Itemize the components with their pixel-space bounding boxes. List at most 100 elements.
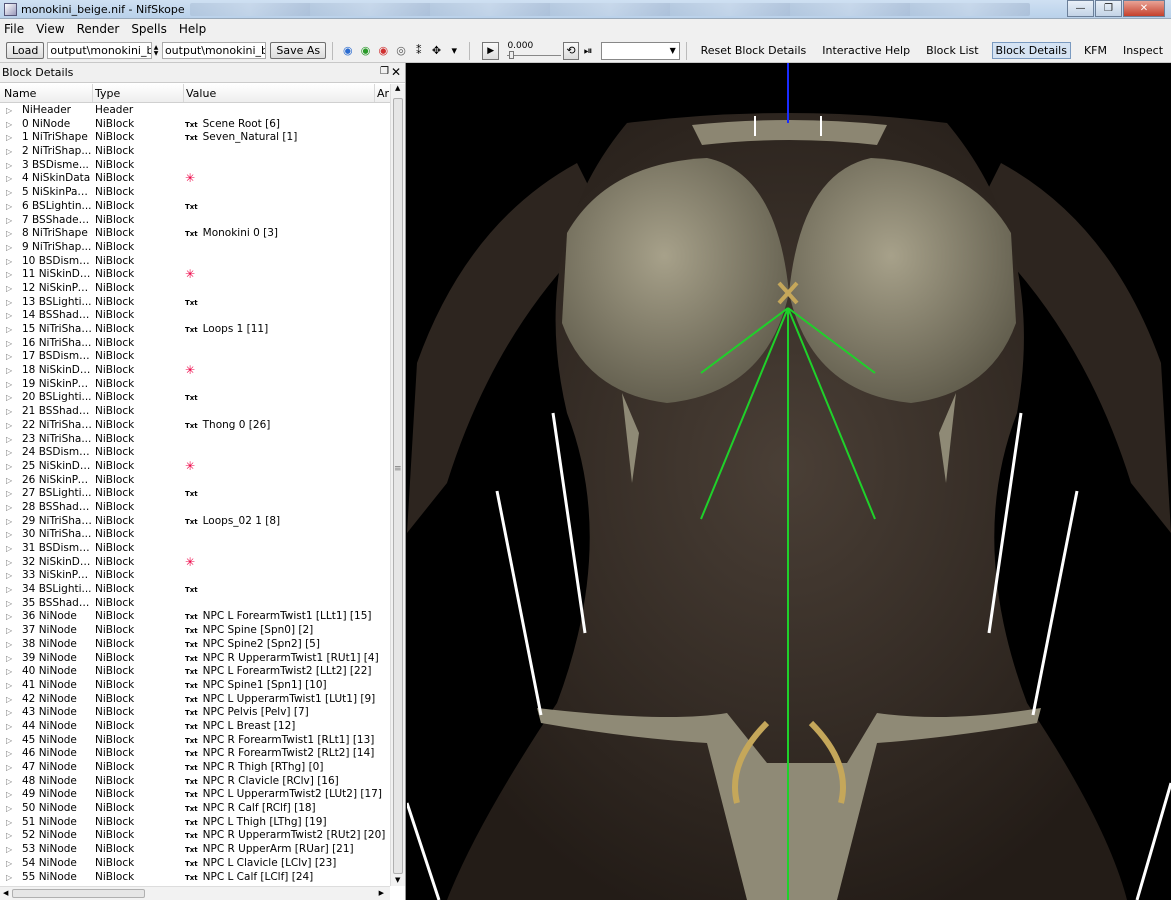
eye-green-icon[interactable]: ◉	[359, 44, 373, 58]
time-slider[interactable]: 0.000	[503, 41, 562, 61]
expand-arrow-icon[interactable]: ▷	[6, 597, 12, 611]
table-row[interactable]: ▷ 29 NiTriShape NiBlock Txt Loops_02 1 [8]	[0, 515, 390, 529]
expand-arrow-icon[interactable]: ▷	[6, 788, 12, 802]
scroll-right-icon[interactable]: ▶	[379, 889, 384, 897]
table-row[interactable]: ▷ 25 NiSkinData NiBlock ✳	[0, 459, 390, 474]
expand-arrow-icon[interactable]: ▷	[6, 871, 12, 885]
table-row[interactable]: ▷ 48 NiNode NiBlock Txt NPC R Clavicle [RClv…	[0, 775, 390, 789]
block-details-button[interactable]: Block Details	[991, 42, 1071, 59]
axes-move-icon[interactable]: ✥	[430, 44, 444, 58]
table-row[interactable]: ▷ 11 NiSkinData NiBlock ✳	[0, 267, 390, 282]
horizontal-scrollbar[interactable]: ◀ ▶	[0, 886, 390, 900]
expand-arrow-icon[interactable]: ▷	[6, 542, 12, 556]
table-row[interactable]: ▷ 38 NiNode NiBlock Txt NPC Spine2 [Spn2] [5…	[0, 638, 390, 652]
expand-arrow-icon[interactable]: ▷	[6, 487, 12, 501]
table-row[interactable]: ▷ 8 NiTriShape NiBlock Txt Monokini 0 [3]	[0, 227, 390, 241]
table-row[interactable]: ▷ 13 BSLighti... NiBlock Txt	[0, 296, 390, 310]
expand-arrow-icon[interactable]: ▷	[6, 857, 12, 871]
expand-arrow-icon[interactable]: ▷	[6, 679, 12, 693]
table-row[interactable]: ▷ 49 NiNode NiBlock Txt NPC L UpperarmTwist2…	[0, 788, 390, 802]
expand-arrow-icon[interactable]: ▷	[6, 693, 12, 707]
expand-arrow-icon[interactable]: ▷	[6, 391, 12, 405]
close-icon[interactable]: ✕	[391, 65, 401, 79]
load-button[interactable]: Load	[6, 42, 45, 59]
eye-highlight-icon[interactable]: ◉	[376, 44, 390, 58]
table-row[interactable]: ▷ 54 NiNode NiBlock Txt NPC L Clavicle [LClv…	[0, 857, 390, 871]
table-row[interactable]: ▷ 55 NiNode NiBlock Txt NPC L Calf [LClf] [2…	[0, 871, 390, 885]
table-row[interactable]: ▷ 53 NiNode NiBlock Txt NPC R UpperArm [RUar…	[0, 843, 390, 857]
expand-arrow-icon[interactable]: ▷	[6, 802, 12, 816]
table-row[interactable]: ▷ 40 NiNode NiBlock Txt NPC L ForearmTwist2 …	[0, 665, 390, 679]
expand-arrow-icon[interactable]: ▷	[6, 104, 12, 118]
eye-red-icon[interactable]: ◉	[341, 44, 355, 58]
animation-select[interactable]: ▼	[600, 41, 680, 60]
save-path-field[interactable]: output\monokini_beige.nif	[161, 42, 267, 59]
expand-arrow-icon[interactable]: ▷	[6, 734, 12, 748]
table-row[interactable]: ▷ 7 BSShaderT... NiBlock	[0, 214, 390, 228]
expand-arrow-icon[interactable]: ▷	[6, 296, 12, 310]
expand-arrow-icon[interactable]: ▷	[6, 268, 12, 282]
table-row[interactable]: ▷ 43 NiNode NiBlock Txt NPC Pelvis [Pelv] [7…	[0, 706, 390, 720]
table-row[interactable]: ▷ 35 BSShader... NiBlock	[0, 597, 390, 611]
expand-arrow-icon[interactable]: ▷	[6, 556, 12, 570]
expand-arrow-icon[interactable]: ▷	[6, 460, 12, 474]
menu-file[interactable]: File	[4, 22, 24, 36]
table-row[interactable]: ▷ 6 BSLightin... NiBlock Txt	[0, 200, 390, 214]
column-value[interactable]: Value	[186, 87, 216, 100]
table-row[interactable]: ▷ 41 NiNode NiBlock Txt NPC Spine1 [Spn1] [1…	[0, 679, 390, 693]
table-row[interactable]: ▷ 0 NiNode NiBlock Txt Scene Root [6]	[0, 118, 390, 132]
table-row[interactable]: ▷ 51 NiNode NiBlock Txt NPC L Thigh [LThg] […	[0, 816, 390, 830]
scroll-up-icon[interactable]: ▲	[395, 84, 400, 92]
column-type[interactable]: Type	[95, 87, 120, 100]
table-row[interactable]: ▷ 27 BSLighti... NiBlock Txt	[0, 487, 390, 501]
table-row[interactable]: ▷ 28 BSShader... NiBlock	[0, 501, 390, 515]
expand-arrow-icon[interactable]: ▷	[6, 665, 12, 679]
block-list-button[interactable]: Block List	[923, 43, 981, 58]
expand-arrow-icon[interactable]: ▷	[6, 775, 12, 789]
footprint-icon[interactable]: ⁑	[412, 44, 426, 58]
expand-arrow-icon[interactable]: ▷	[6, 364, 12, 378]
expand-arrow-icon[interactable]: ▷	[6, 337, 12, 351]
table-row[interactable]: ▷ 10 BSDisme... NiBlock	[0, 255, 390, 269]
table-row[interactable]: ▷ 33 NiSkinPa... NiBlock	[0, 569, 390, 583]
maximize-button[interactable]: ❐	[1095, 0, 1122, 17]
expand-arrow-icon[interactable]: ▷	[6, 255, 12, 269]
table-row[interactable]: ▷ 30 NiTriSha... NiBlock	[0, 528, 390, 542]
expand-arrow-icon[interactable]: ▷	[6, 419, 12, 433]
expand-arrow-icon[interactable]: ▷	[6, 829, 12, 843]
expand-arrow-icon[interactable]: ▷	[6, 186, 12, 200]
reset-block-details-button[interactable]: Reset Block Details	[698, 43, 810, 58]
table-row[interactable]: ▷ 39 NiNode NiBlock Txt NPC R UpperarmTwist1…	[0, 652, 390, 666]
table-row[interactable]: ▷ 44 NiNode NiBlock Txt NPC L Breast [12]	[0, 720, 390, 734]
expand-arrow-icon[interactable]: ▷	[6, 227, 12, 241]
expand-arrow-icon[interactable]: ▷	[6, 474, 12, 488]
switch-icon[interactable]: ⏯	[581, 44, 595, 58]
table-row[interactable]: ▷ 2 NiTriShap... NiBlock	[0, 145, 390, 159]
table-row[interactable]: ▷ 47 NiNode NiBlock Txt NPC R Thigh [RThg] […	[0, 761, 390, 775]
expand-arrow-icon[interactable]: ▷	[6, 309, 12, 323]
time-thumb[interactable]	[509, 50, 515, 59]
table-row[interactable]: ▷ 20 BSLighti... NiBlock Txt	[0, 391, 390, 405]
vertical-scrollbar[interactable]: ▲ ≡ ▼	[390, 84, 405, 886]
table-row[interactable]: ▷ 46 NiNode NiBlock Txt NPC R ForearmTwist2 …	[0, 747, 390, 761]
table-row[interactable]: ▷ 23 NiTriSha... NiBlock	[0, 433, 390, 447]
table-row[interactable]: ▷ 16 NiTriSha... NiBlock	[0, 337, 390, 351]
expand-arrow-icon[interactable]: ▷	[6, 200, 12, 214]
column-argument[interactable]: Ar	[377, 87, 389, 100]
scroll-left-icon[interactable]: ◀	[3, 889, 8, 897]
inspect-button[interactable]: Inspect	[1120, 43, 1166, 58]
table-row[interactable]: ▷ 42 NiNode NiBlock Txt NPC L UpperarmTwist1…	[0, 693, 390, 707]
expand-arrow-icon[interactable]: ▷	[6, 515, 12, 529]
eye-outline-icon[interactable]: ◎	[394, 44, 408, 58]
table-row[interactable]: ▷ NiHeader Header	[0, 104, 390, 118]
expand-arrow-icon[interactable]: ▷	[6, 172, 12, 186]
expand-arrow-icon[interactable]: ▷	[6, 816, 12, 830]
expand-arrow-icon[interactable]: ▷	[6, 638, 12, 652]
save-as-button[interactable]: Save As	[270, 42, 327, 59]
expand-arrow-icon[interactable]: ▷	[6, 501, 12, 515]
expand-arrow-icon[interactable]: ▷	[6, 747, 12, 761]
table-row[interactable]: ▷ 21 BSShader... NiBlock	[0, 405, 390, 419]
expand-arrow-icon[interactable]: ▷	[6, 378, 12, 392]
interactive-help-button[interactable]: Interactive Help	[819, 43, 913, 58]
expand-arrow-icon[interactable]: ▷	[6, 131, 12, 145]
